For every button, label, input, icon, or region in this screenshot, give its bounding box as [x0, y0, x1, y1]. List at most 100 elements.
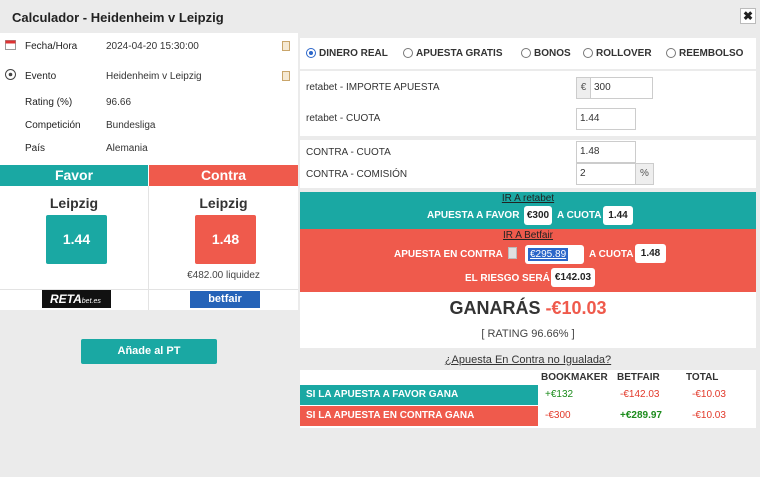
bet-type-options: DINERO REAL APUESTA GRATIS BONOS ROLLOVE…: [300, 38, 756, 69]
dialog-content: Fecha/Hora 2024-04-20 15:30:00 Evento He…: [0, 33, 760, 477]
info-row-fecha: Fecha/Hora 2024-04-20 15:30:00: [0, 38, 298, 58]
retabet-logo-text: RETA: [50, 292, 82, 306]
ganaras-value: -€10.03: [545, 298, 607, 318]
retabet-logo[interactable]: RETAbet.es: [42, 290, 111, 308]
cell-betfair: -€142.03: [620, 389, 660, 400]
favor-odds-button[interactable]: 1.44: [46, 215, 107, 264]
ir-a-retabet-link[interactable]: IR A retabet: [300, 193, 756, 204]
contra-odds-button[interactable]: 1.48: [195, 215, 256, 264]
importe-label: retabet - IMPORTE APUESTA: [306, 82, 440, 93]
cell-total: -€10.03: [692, 410, 726, 421]
comision-input[interactable]: 2: [576, 163, 636, 185]
apuesta-favor-value: €300: [524, 206, 552, 225]
ir-a-betfair-link[interactable]: IR A Betfair: [300, 230, 756, 241]
apuesta-contra-value[interactable]: €295.89: [528, 248, 569, 261]
outcome-table: BOOKMAKER BETFAIR TOTAL SI LA APUESTA A …: [300, 370, 756, 428]
radio-label: DINERO REAL: [319, 48, 388, 59]
radio-dinero-real[interactable]: DINERO REAL: [306, 48, 388, 59]
dialog-title: Calculador - Heidenheim v Leipzig: [12, 10, 224, 25]
radio-selected-icon[interactable]: [306, 48, 316, 58]
add-to-pt-button[interactable]: Añade al PT: [81, 339, 217, 364]
cell-total: -€10.03: [692, 389, 726, 400]
ganaras-label: GANARÁS: [449, 298, 541, 318]
radio-label: BONOS: [534, 48, 571, 59]
cuota-favor-label: A CUOTA: [557, 210, 602, 221]
liquidez-text: €482.00 liquidez: [187, 270, 260, 281]
close-button[interactable]: ✖: [740, 8, 756, 24]
clipboard-icon[interactable]: [508, 247, 517, 259]
evento-label: Evento: [25, 71, 57, 82]
copy-icon[interactable]: [282, 41, 290, 51]
apuesta-contra-label: APUESTA EN CONTRA: [394, 249, 503, 260]
calendar-icon: [5, 40, 16, 50]
radio-reembolso[interactable]: REEMBOLSO: [666, 48, 743, 59]
pais-label: País: [25, 143, 46, 154]
radio-icon[interactable]: [666, 48, 676, 58]
radio-label: APUESTA GRATIS: [416, 48, 503, 59]
th-betfair: BETFAIR: [617, 372, 660, 383]
radio-bonos[interactable]: BONOS: [521, 48, 571, 59]
fecha-value: 2024-04-20 15:30:00: [106, 41, 199, 52]
cell-bookmaker: +€132: [545, 389, 574, 400]
radio-icon[interactable]: [583, 48, 593, 58]
result-panel: GANARÁS -€10.03 [ RATING 96.66% ]: [300, 292, 756, 348]
rating-summary: [ RATING 96.66% ]: [481, 328, 575, 340]
soccer-ball-icon: [5, 69, 16, 80]
favor-instruction-panel: IR A retabet APUESTA A FAVOR €300 A CUOT…: [300, 192, 756, 229]
radio-label: ROLLOVER: [596, 48, 652, 59]
info-row-evento: Evento Heidenheim v Leipzig: [0, 68, 298, 88]
currency-addon: €: [576, 77, 591, 99]
rating-value: 96.66: [106, 97, 132, 108]
pais-value: Alemania: [106, 143, 148, 154]
contra-cuota-label: CONTRA - CUOTA: [306, 147, 391, 158]
retabet-logo-sub: bet.es: [81, 298, 101, 305]
riesgo-label: EL RIESGO SERÁ: [465, 273, 550, 284]
radio-label: REEMBOLSO: [679, 48, 744, 59]
copy-icon[interactable]: [282, 71, 290, 81]
percent-addon: %: [635, 163, 654, 185]
row-label: SI LA APUESTA A FAVOR GANA: [300, 385, 538, 405]
radio-rollover[interactable]: ROLLOVER: [583, 48, 652, 59]
title-bar: Calculador - Heidenheim v Leipzig ✖: [0, 0, 760, 33]
rating-label: Rating (%): [25, 97, 73, 108]
radio-icon[interactable]: [521, 48, 531, 58]
radio-icon[interactable]: [403, 48, 413, 58]
apuesta-contra-input[interactable]: €295.89: [525, 245, 584, 264]
contra-cuota-input[interactable]: 1.48: [576, 141, 636, 163]
apuesta-favor-label: APUESTA A FAVOR: [427, 210, 520, 221]
contra-header: Contra: [149, 165, 298, 186]
cuota-label: retabet - CUOTA: [306, 113, 381, 124]
table-row: SI LA APUESTA A FAVOR GANA +€132 -€142.0…: [300, 385, 756, 405]
event-info-panel: Fecha/Hora 2024-04-20 15:30:00 Evento He…: [0, 33, 298, 310]
bookmaker-form: retabet - IMPORTE APUESTA € 300 retabet …: [300, 71, 756, 136]
ganaras-line: GANARÁS -€10.03: [300, 298, 756, 319]
cuota-favor-value: 1.44: [603, 206, 633, 225]
riesgo-value: €142.03: [551, 268, 595, 287]
contra-team: Leipzig: [199, 195, 248, 211]
cell-bookmaker: -€300: [545, 410, 571, 421]
competicion-label: Competición: [25, 120, 81, 131]
cell-betfair: +€289.97: [620, 410, 662, 421]
competicion-value: Bundesliga: [106, 120, 156, 131]
comision-label: CONTRA - COMISIÓN: [306, 169, 408, 180]
cuota-input[interactable]: 1.44: [576, 108, 636, 130]
radio-apuesta-gratis[interactable]: APUESTA GRATIS: [403, 48, 502, 59]
betfair-logo[interactable]: betfair: [190, 291, 260, 308]
betfair-logo-text: betfair: [208, 293, 242, 305]
table-row: SI LA APUESTA EN CONTRA GANA -€300 +€289…: [300, 406, 756, 426]
favor-team: Leipzig: [49, 195, 99, 211]
cuota-contra-value: 1.48: [635, 244, 666, 263]
info-row-competicion: Competición Bundesliga: [0, 117, 298, 137]
contra-form: CONTRA - CUOTA 1.48 CONTRA - COMISIÓN 2 …: [300, 140, 756, 188]
evento-value: Heidenheim v Leipzig: [106, 71, 202, 82]
divider: [148, 186, 149, 310]
no-igualada-link[interactable]: ¿Apuesta En Contra no Igualada?: [300, 354, 756, 366]
importe-input[interactable]: 300: [590, 77, 653, 99]
favor-header: Favor: [0, 165, 148, 186]
cuota-contra-label: A CUOTA: [589, 249, 634, 260]
info-row-rating: Rating (%) 96.66: [0, 94, 298, 114]
contra-instruction-panel: IR A Betfair APUESTA EN CONTRA €295.89 A…: [300, 229, 756, 292]
row-label: SI LA APUESTA EN CONTRA GANA: [300, 406, 538, 426]
th-total: TOTAL: [686, 372, 719, 383]
th-bookmaker: BOOKMAKER: [541, 372, 608, 383]
